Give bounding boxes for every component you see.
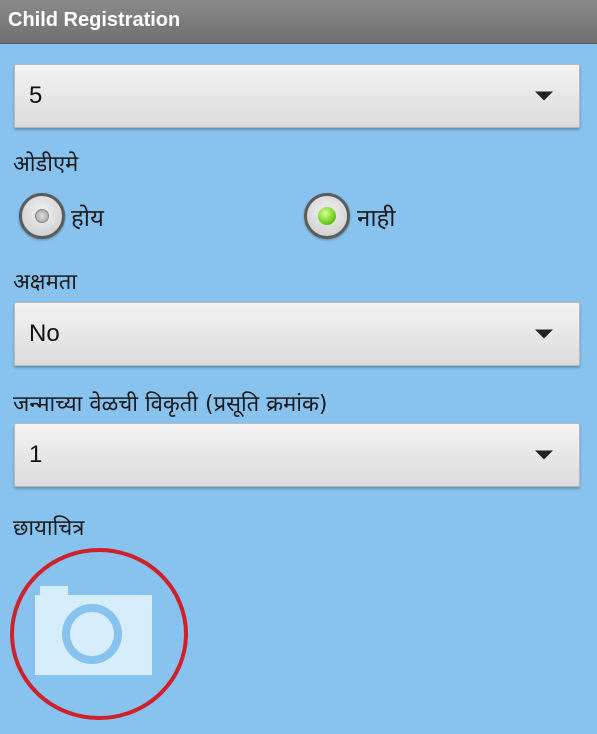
disability-label: अक्षमता [13,270,77,295]
radio-no-indicator [318,207,336,225]
photo-capture-button[interactable] [10,548,188,720]
camera-icon [10,548,188,720]
page-title: Child Registration [8,9,181,31]
first-dropdown-value: 5 [29,82,43,109]
radio-yes-indicator [35,209,49,223]
disability-dropdown-value: No [29,320,60,347]
birth-defect-label: जन्माच्या वेळची विकृती (प्रसूति क्रमांक) [13,392,328,417]
radio-no[interactable] [304,193,350,239]
dropdown-arrow-icon [535,329,553,339]
radio-no-label[interactable]: नाही [357,201,396,234]
first-dropdown[interactable]: 5 [14,64,580,128]
radio-yes[interactable] [19,193,65,239]
birth-defect-dropdown-value: 1 [29,441,43,468]
disability-dropdown[interactable]: No [14,302,580,366]
photo-label: छायाचित्र [13,516,85,541]
birth-defect-dropdown[interactable]: 1 [14,423,580,487]
radio-yes-label[interactable]: होय [71,201,104,234]
dropdown-arrow-icon [535,450,553,460]
dropdown-arrow-icon [535,91,553,101]
action-bar: Child Registration [0,0,597,44]
odiame-label: ओडीएमे [13,152,79,177]
